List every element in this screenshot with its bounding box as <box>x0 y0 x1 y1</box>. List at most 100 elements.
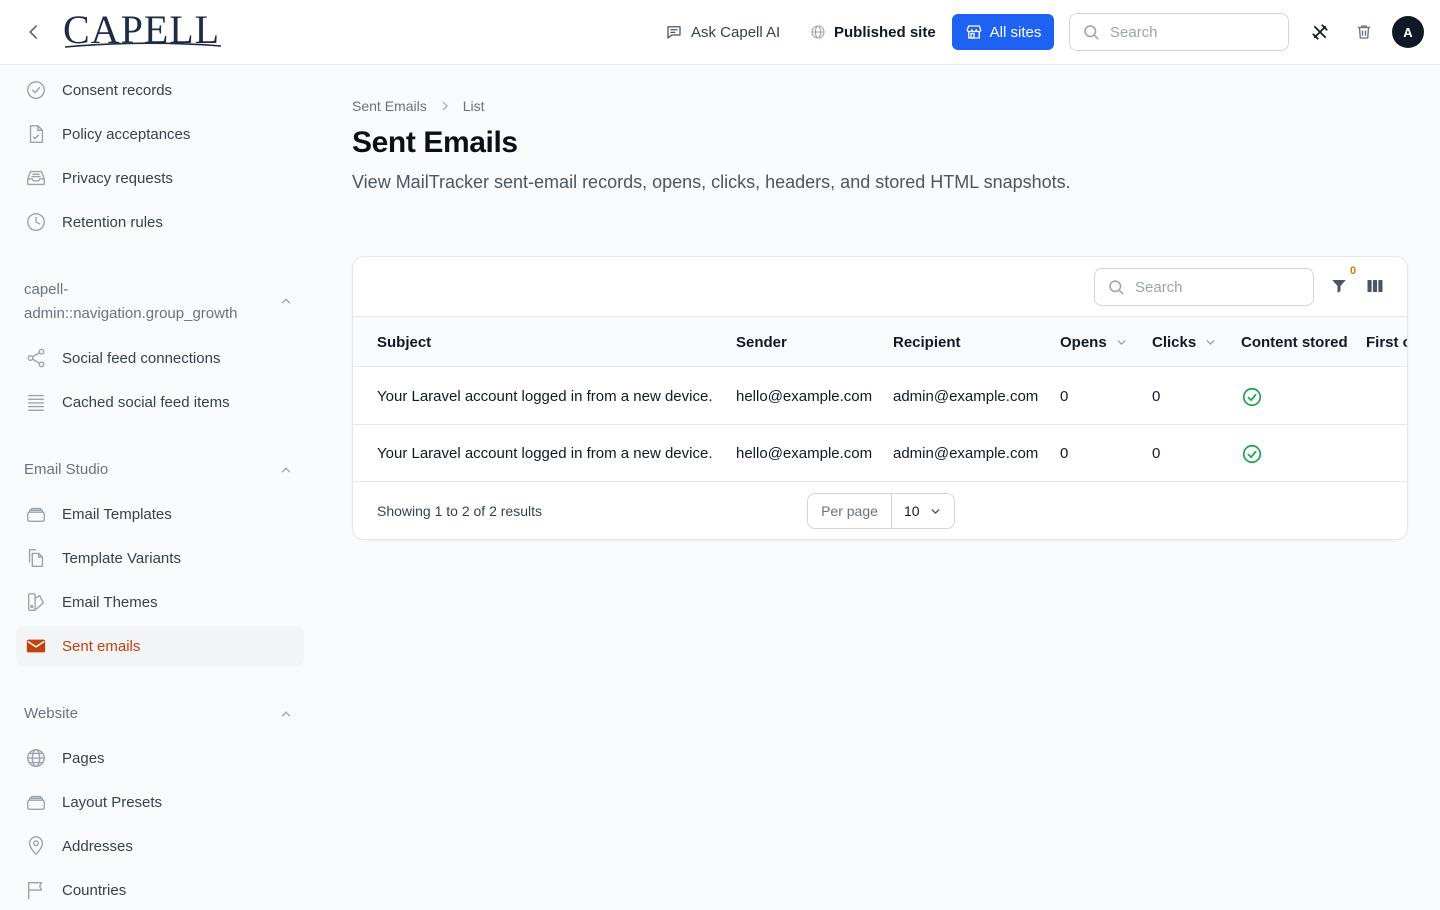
wrench-screwdriver-icon <box>1312 24 1328 40</box>
funnel-icon <box>1332 280 1346 293</box>
global-search <box>1069 13 1289 51</box>
columns-toggle-button[interactable] <box>1364 275 1386 297</box>
check-circle-icon <box>1242 387 1262 406</box>
back-button[interactable] <box>22 20 46 44</box>
stack-icon <box>24 790 48 814</box>
sidebar-item-label: Policy acceptances <box>62 125 191 143</box>
top-bar: CAPELL Ask Capell AI Published site All … <box>0 0 1440 65</box>
cell-clicks: 0 <box>1152 445 1161 462</box>
cell-subject: Your Laravel account logged in from a ne… <box>377 445 713 462</box>
sidebar-item-addresses[interactable]: Addresses <box>16 826 304 866</box>
share-icon <box>24 346 48 370</box>
sidebar-item-label: Addresses <box>62 837 133 855</box>
per-page-select: Per page 10 <box>807 493 955 529</box>
cell-opens: 0 <box>1060 388 1069 405</box>
per-page-value: 10 <box>904 503 920 519</box>
sidebar-item-retention-rules[interactable]: Retention rules <box>16 202 304 242</box>
documents-icon <box>24 546 48 570</box>
sidebar-item-label: Layout Presets <box>62 793 163 811</box>
sidebar-item-template-variants[interactable]: Template Variants <box>16 538 304 578</box>
view-columns-icon <box>1367 280 1383 292</box>
sidebar-item-pages[interactable]: Pages <box>16 738 304 778</box>
search-icon <box>1109 280 1124 295</box>
envelope-icon <box>24 634 48 658</box>
sidebar-item-layout-presets[interactable]: Layout Presets <box>16 782 304 822</box>
cell-sender: hello@example.com <box>736 388 873 405</box>
table-search-input[interactable] <box>1135 278 1295 296</box>
sidebar-item-label: Sent emails <box>62 637 141 655</box>
sidebar-item-label: Email Themes <box>62 593 158 611</box>
group-toggle-website[interactable] <box>276 704 296 724</box>
page-description: View MailTracker sent-email records, ope… <box>352 172 1071 192</box>
column-header-first-opened: First o <box>1366 333 1408 351</box>
sidebar-item-policy-acceptances[interactable]: Policy acceptances <box>16 114 304 154</box>
tools-button[interactable] <box>1308 20 1332 44</box>
clock-icon <box>24 210 48 234</box>
breadcrumb-item[interactable]: Sent Emails <box>352 98 427 114</box>
cell-content-stored <box>1241 425 1263 482</box>
group-label-email-studio: Email Studio <box>24 461 109 478</box>
ask-ai-label: Ask Capell AI <box>691 23 781 41</box>
sidebar-item-privacy-requests[interactable]: Privacy requests <box>16 158 304 198</box>
building-storefront-icon <box>966 25 982 39</box>
ask-ai-link[interactable]: Ask Capell AI <box>665 20 780 44</box>
chevron-down-icon <box>1117 339 1126 345</box>
column-header-subject: Subject <box>377 333 432 351</box>
results-summary: Showing 1 to 2 of 2 results <box>377 503 542 519</box>
cell-clicks: 0 <box>1152 388 1161 405</box>
check-circle-icon <box>1242 444 1262 463</box>
page-title: Sent Emails <box>352 126 518 159</box>
published-site-link[interactable]: Published site <box>810 20 936 44</box>
bars-icon <box>24 390 48 414</box>
filter-button[interactable] <box>1328 275 1350 297</box>
sidebar-item-label: Template Variants <box>62 549 181 567</box>
chevron-down-icon <box>1206 339 1215 345</box>
avatar[interactable]: A <box>1392 16 1424 48</box>
check-circle-icon <box>24 78 48 102</box>
all-sites-label: All sites <box>989 23 1042 41</box>
filter-count-badge: 0 <box>1350 265 1357 277</box>
cell-subject: Your Laravel account logged in from a ne… <box>377 388 713 405</box>
inbox-icon <box>24 166 48 190</box>
sidebar-item-cached-social-feed-items[interactable]: Cached social feed items <box>16 382 304 422</box>
global-search-input[interactable] <box>1110 23 1270 41</box>
table-row[interactable]: Your Laravel account logged in from a ne… <box>353 368 1407 425</box>
table-footer: Showing 1 to 2 of 2 results Per page 10 <box>353 481 1407 539</box>
sidebar-item-sent-emails[interactable]: Sent emails <box>16 626 304 666</box>
table-row[interactable]: Your Laravel account logged in from a ne… <box>353 425 1407 482</box>
swatch-icon <box>24 590 48 614</box>
group-label-growth: capell-admin::navigation.group_growth <box>24 281 238 322</box>
per-page-dropdown[interactable]: 10 <box>892 494 954 528</box>
sidebar-item-label: Privacy requests <box>62 169 173 187</box>
sidebar-item-consent-records[interactable]: Consent records <box>16 70 304 110</box>
group-toggle-email-studio[interactable] <box>276 460 296 480</box>
sent-emails-table-card: 0 Subject Sender Recipient Opens Clicks … <box>352 256 1408 540</box>
breadcrumb-item: List <box>462 98 485 114</box>
sidebar-item-email-templates[interactable]: Email Templates <box>16 494 304 534</box>
sidebar-item-label: Social feed connections <box>62 349 221 367</box>
cell-opens: 0 <box>1060 445 1069 462</box>
sidebar-item-social-feed-connections[interactable]: Social feed connections <box>16 338 304 378</box>
chevron-up-icon <box>281 467 291 473</box>
column-header-opens[interactable]: Opens <box>1060 317 1128 367</box>
chevron-up-icon <box>281 298 291 304</box>
sidebar: Consent records Policy acceptances Priva… <box>0 65 320 900</box>
trash-button[interactable] <box>1352 20 1376 44</box>
chevron-down-icon <box>931 508 940 514</box>
group-toggle-growth[interactable] <box>276 291 296 311</box>
chevron-right-icon <box>442 101 448 111</box>
cell-sender: hello@example.com <box>736 445 873 462</box>
sidebar-item-countries[interactable]: Countries <box>16 870 304 910</box>
cell-recipient: admin@example.com <box>893 388 1039 405</box>
logo-swoosh <box>64 42 222 48</box>
column-header-clicks[interactable]: Clicks <box>1152 317 1217 367</box>
sidebar-item-label: Cached social feed items <box>62 393 230 411</box>
column-header-content-stored: Content stored <box>1241 333 1348 351</box>
all-sites-button[interactable]: All sites <box>952 14 1054 50</box>
sidebar-item-email-themes[interactable]: Email Themes <box>16 582 304 622</box>
document-check-icon <box>24 122 48 146</box>
table-header: Subject Sender Recipient Opens Clicks Co… <box>353 317 1408 367</box>
globe-icon <box>811 25 825 39</box>
cell-recipient: admin@example.com <box>893 445 1039 462</box>
stack-icon <box>24 502 48 526</box>
